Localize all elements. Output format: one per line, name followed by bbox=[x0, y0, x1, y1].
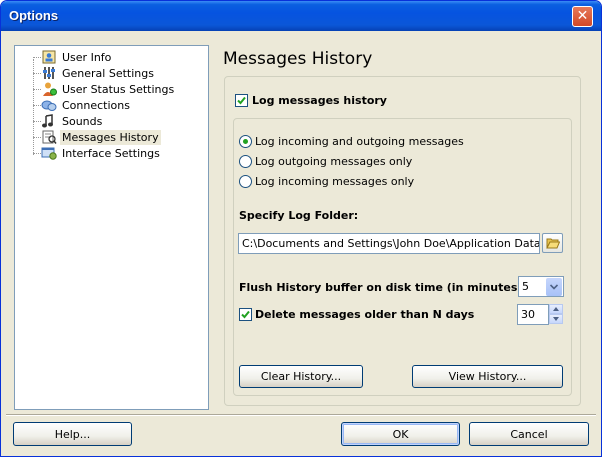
delete-days-input[interactable]: 30 bbox=[517, 304, 549, 325]
messages-history-icon bbox=[41, 129, 57, 145]
tree-item-connections[interactable]: Connections bbox=[33, 97, 183, 113]
checkmark-icon bbox=[237, 96, 246, 105]
sounds-icon bbox=[41, 113, 57, 129]
panel-title: Messages History bbox=[223, 49, 373, 69]
tree-item-label: User Info bbox=[62, 50, 112, 64]
options-dialog: Options ✕ User Info General Settings Use… bbox=[0, 0, 602, 457]
connections-icon bbox=[41, 97, 57, 113]
close-button[interactable]: ✕ bbox=[572, 6, 593, 27]
radio-log-incoming-outgoing[interactable] bbox=[239, 135, 252, 148]
close-icon: ✕ bbox=[576, 8, 589, 24]
radio-log-outgoing-only[interactable] bbox=[239, 155, 252, 168]
log-folder-label: Specify Log Folder: bbox=[239, 209, 359, 222]
tree-item-label: Connections bbox=[62, 98, 130, 112]
spin-up-icon[interactable] bbox=[549, 304, 563, 314]
tree-item-user-status-settings[interactable]: User Status Settings bbox=[33, 81, 183, 97]
options-tree[interactable]: User Info General Settings User Status S… bbox=[14, 45, 209, 410]
delete-old-checkbox[interactable] bbox=[239, 308, 252, 321]
flush-time-value: 5 bbox=[522, 280, 529, 293]
radio-label-incoming-outgoing[interactable]: Log incoming and outgoing messages bbox=[255, 135, 464, 148]
cancel-button[interactable]: Cancel bbox=[469, 422, 589, 446]
flush-history-label: Flush History buffer on disk time (in mi… bbox=[239, 281, 527, 294]
tree-item-interface-settings[interactable]: Interface Settings bbox=[33, 145, 183, 161]
help-button[interactable]: Help... bbox=[13, 422, 132, 446]
radio-label-outgoing-only[interactable]: Log outgoing messages only bbox=[255, 155, 412, 168]
log-history-checkbox[interactable] bbox=[235, 94, 248, 107]
tree-item-messages-history[interactable]: Messages History bbox=[33, 129, 183, 145]
checkmark-icon bbox=[241, 310, 250, 319]
view-history-button[interactable]: View History... bbox=[412, 365, 563, 388]
spin-down-icon[interactable] bbox=[549, 314, 563, 324]
tree-item-general-settings[interactable]: General Settings bbox=[33, 65, 183, 81]
browse-folder-button[interactable] bbox=[542, 233, 563, 253]
title-bar[interactable]: Options ✕ bbox=[1, 1, 601, 31]
delete-old-label[interactable]: Delete messages older than N days bbox=[255, 308, 474, 321]
tree-item-label: Messages History bbox=[60, 129, 161, 145]
interface-settings-icon bbox=[41, 145, 57, 161]
ok-button[interactable]: OK bbox=[341, 422, 460, 446]
tree-item-label: Sounds bbox=[62, 114, 103, 128]
delete-days-spinner[interactable] bbox=[549, 304, 563, 324]
clear-history-button[interactable]: Clear History... bbox=[239, 365, 363, 388]
tree-item-label: User Status Settings bbox=[62, 82, 175, 96]
log-history-label[interactable]: Log messages history bbox=[252, 94, 387, 107]
tree-item-sounds[interactable]: Sounds bbox=[33, 113, 183, 129]
radio-log-incoming-only[interactable] bbox=[239, 175, 252, 188]
radio-label-incoming-only[interactable]: Log incoming messages only bbox=[255, 175, 414, 188]
folder-open-icon bbox=[545, 238, 560, 249]
log-folder-input[interactable]: C:\Documents and Settings\John Doe\Appli… bbox=[238, 233, 540, 254]
flush-time-combobox[interactable]: 5 bbox=[518, 276, 564, 297]
tree-item-label: Interface Settings bbox=[62, 146, 160, 160]
user-info-icon bbox=[41, 49, 57, 65]
chevron-down-icon[interactable] bbox=[546, 278, 562, 296]
user-status-icon bbox=[41, 81, 57, 97]
tree-item-user-info[interactable]: User Info bbox=[33, 49, 183, 65]
footer-separator bbox=[6, 414, 596, 416]
window-title: Options bbox=[9, 8, 59, 23]
general-settings-icon bbox=[41, 65, 57, 81]
tree-item-label: General Settings bbox=[62, 66, 154, 80]
